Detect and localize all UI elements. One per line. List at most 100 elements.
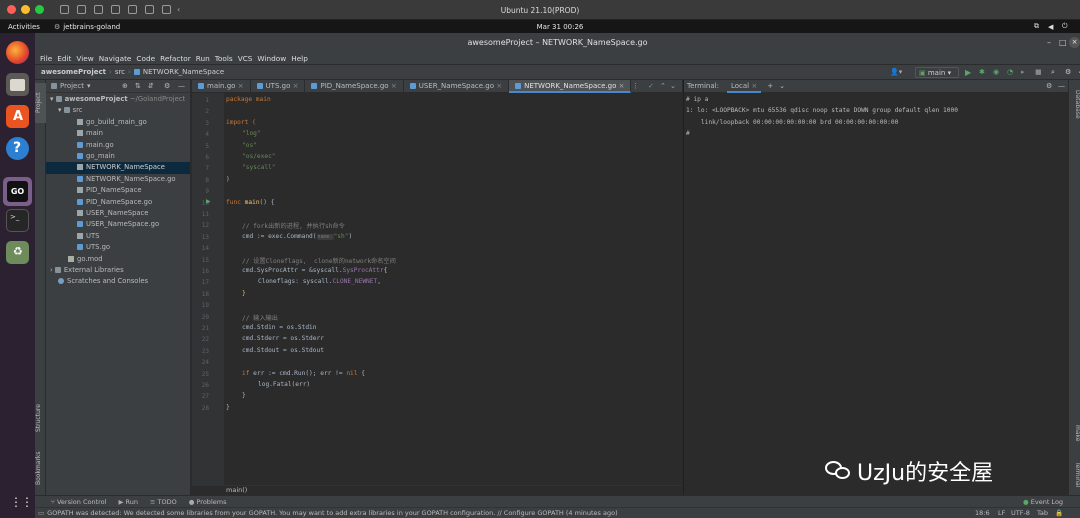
firefox-icon[interactable]	[6, 41, 29, 64]
chevron-up-icon[interactable]: ⌃	[660, 82, 666, 90]
tabs-more-icon[interactable]: ⋮	[632, 82, 639, 90]
tree-item[interactable]: go_build_main_go	[77, 117, 147, 128]
attach-icon[interactable]: ▸	[1021, 68, 1025, 76]
trash-icon[interactable]: ♻	[6, 241, 29, 264]
tree-item[interactable]: go.mod	[68, 254, 103, 265]
tree-scratches[interactable]: Scratches and Consoles	[58, 276, 148, 287]
volume-icon[interactable]: ◀	[1048, 23, 1053, 31]
database-tool-button[interactable]: Database	[1070, 90, 1080, 130]
version-control-button[interactable]: ⑂ Version Control	[51, 498, 106, 506]
breadcrumb-project[interactable]: awesomeProject	[41, 68, 106, 76]
lock-icon[interactable]: 🔒	[1055, 509, 1063, 517]
terminal-tool-button[interactable]: Terminal	[1070, 462, 1080, 492]
status-message[interactable]: GOPATH was detected: We detected some li…	[47, 509, 617, 517]
tab-pid-namespace-go[interactable]: PID_NameSpace.go ×	[305, 80, 404, 93]
locate-icon[interactable]: ⊕	[122, 82, 128, 90]
terminal-tab-local[interactable]: Local ×	[726, 80, 762, 93]
search-icon[interactable]: ⌕	[1051, 68, 1055, 77]
menu-vcs[interactable]: VCS	[238, 54, 253, 63]
hide-panel-icon[interactable]: —	[1058, 82, 1065, 90]
tree-root[interactable]: ▾ awesomeProject ~/GolandProject	[50, 94, 185, 105]
caret-position[interactable]: 18:6	[975, 509, 990, 517]
menu-tools[interactable]: Tools	[215, 54, 233, 63]
new-terminal-icon[interactable]: +	[767, 82, 773, 90]
tree-item[interactable]: main	[77, 128, 103, 139]
tree-item[interactable]: PID_NameSpace.go	[77, 197, 152, 208]
run-gutter-icon[interactable]: ▶	[206, 198, 211, 205]
menu-edit[interactable]: Edit	[57, 54, 71, 63]
stop-icon[interactable]: ■	[1035, 68, 1042, 76]
gear-icon[interactable]: ⚙	[164, 82, 170, 90]
close-tab-icon[interactable]: ×	[751, 82, 757, 90]
project-view-select[interactable]: Project	[60, 82, 84, 90]
hide-panel-icon[interactable]: —	[178, 82, 185, 90]
activities-button[interactable]: Activities	[8, 23, 40, 31]
tab-main-go[interactable]: main.go ×	[192, 80, 251, 93]
make-tool-button[interactable]: make	[1070, 425, 1080, 449]
menu-refactor[interactable]: Refactor	[160, 54, 191, 63]
terminal-dock-icon[interactable]: >_	[6, 209, 29, 232]
run-button[interactable]: ▶ Run	[118, 498, 138, 506]
close-icon[interactable]: ×	[1069, 37, 1080, 48]
file-encoding[interactable]: UTF-8	[1011, 509, 1030, 517]
app-grid-icon[interactable]: ⋮⋮⋮	[6, 491, 44, 514]
project-tool-button[interactable]: Project	[35, 83, 46, 123]
chevron-down-icon[interactable]: ▾	[87, 82, 91, 90]
profile-icon[interactable]: ◔	[1007, 68, 1013, 76]
close-tab-icon[interactable]: ×	[391, 82, 397, 90]
tree-item[interactable]: NETWORK_NameSpace.go	[77, 174, 176, 185]
tree-item[interactable]: UTS	[77, 231, 99, 242]
network-icon[interactable]: ⧉	[1034, 22, 1039, 31]
debug-icon[interactable]: ✱	[979, 68, 985, 76]
maximize-icon[interactable]: □	[1059, 33, 1067, 52]
software-center-icon[interactable]: A	[6, 105, 29, 128]
indent-setting[interactable]: Tab	[1037, 509, 1048, 517]
structure-tool-button[interactable]: Structure	[35, 398, 46, 438]
clock[interactable]: Mar 31 00:26	[520, 23, 600, 31]
tree-item[interactable]: PID_NameSpace	[77, 185, 142, 196]
event-log-button[interactable]: ● Event Log	[1023, 498, 1063, 506]
menu-code[interactable]: Code	[136, 54, 155, 63]
collapse-all-icon[interactable]: ⇅	[135, 82, 141, 90]
power-icon[interactable]: ⏻	[1062, 22, 1068, 31]
line-separator[interactable]: LF	[998, 509, 1005, 517]
menu-file[interactable]: File	[40, 54, 52, 63]
tree-external-libraries[interactable]: › External Libraries	[50, 265, 124, 276]
run-config-select[interactable]: ▣ main ▾	[915, 67, 959, 78]
goland-dock-icon[interactable]: GO	[3, 177, 32, 206]
breadcrumb-function[interactable]: main()	[226, 486, 247, 494]
help-icon[interactable]: ?	[6, 137, 29, 160]
bookmarks-tool-button[interactable]: Bookmarks	[35, 448, 46, 488]
problems-button[interactable]: ● Problems	[189, 498, 227, 506]
minimize-icon[interactable]: –	[1047, 33, 1051, 52]
menu-window[interactable]: Window	[257, 54, 286, 63]
tree-item-selected[interactable]: NETWORK_NameSpace	[46, 162, 190, 174]
gear-icon[interactable]: ⚙	[1046, 82, 1052, 90]
tree-item[interactable]: USER_NameSpace.go	[77, 219, 159, 230]
tree-item[interactable]: UTS.go	[77, 242, 110, 253]
close-tab-icon[interactable]: ×	[619, 82, 625, 90]
menu-navigate[interactable]: Navigate	[99, 54, 132, 63]
files-icon[interactable]	[6, 73, 29, 96]
run-icon[interactable]: ▶	[965, 68, 971, 77]
menu-run[interactable]: Run	[196, 54, 210, 63]
close-tab-icon[interactable]: ×	[238, 82, 244, 90]
chevron-down-icon[interactable]: ⌄	[779, 82, 785, 90]
menu-help[interactable]: Help	[291, 54, 308, 63]
tree-item[interactable]: USER_NameSpace	[77, 208, 148, 219]
inspection-ok-icon[interactable]: ✓	[648, 82, 654, 90]
tab-uts-go[interactable]: UTS.go ×	[251, 80, 306, 93]
close-tab-icon[interactable]: ×	[293, 82, 299, 90]
settings-icon[interactable]: ⚙	[1065, 68, 1071, 76]
coverage-icon[interactable]: ◉	[993, 68, 999, 76]
tab-network-namespace-go[interactable]: NETWORK_NameSpace.go ×	[509, 80, 632, 93]
tree-item[interactable]: go_main	[77, 151, 115, 162]
expand-all-icon[interactable]: ⇵	[148, 82, 154, 90]
tab-user-namespace-go[interactable]: USER_NameSpace.go ×	[404, 80, 510, 93]
tree-item[interactable]: main.go	[77, 140, 114, 151]
chevron-down-icon[interactable]: ⌄	[670, 82, 676, 90]
code-editor[interactable]: package main import ( "log" "os" "os/exe…	[224, 93, 682, 485]
app-menu[interactable]: jetbrains-goland	[63, 23, 120, 31]
user-icon[interactable]: 👤▾	[890, 68, 902, 76]
close-tab-icon[interactable]: ×	[496, 82, 502, 90]
